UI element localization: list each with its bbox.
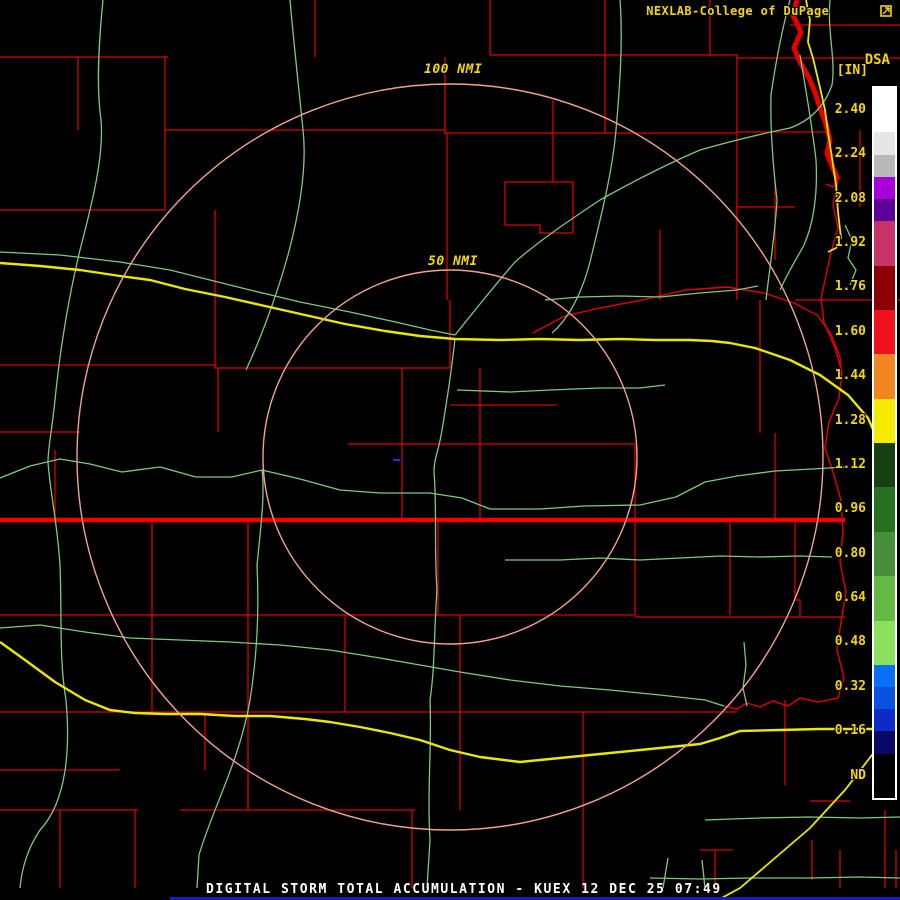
scale-value-label: 1.92 [834,235,866,250]
scale-value-label: 2.08 [834,191,866,206]
brand-header: NEXLAB-College of DuPage [646,4,892,18]
range-ring-100nmi-label: 100 NMI [424,62,483,77]
scale-segment [874,664,895,688]
scale-segment [874,731,895,754]
scale-value-label: 0.16 [834,723,866,738]
scale-segment [874,753,895,798]
scale-segment [874,709,895,732]
range-ring-100nmi [76,83,824,831]
scale-value-label: 0.48 [834,634,866,649]
scale-segment [874,620,895,665]
scale-value-label: 1.28 [834,413,866,428]
scale-segment [874,221,895,266]
missouri-river-line [723,0,847,710]
radar-display: NEXLAB-College of DuPage DSA [IN] 100 NM… [0,0,900,900]
scale-value-label: 1.76 [834,279,866,294]
nexlab-logo-icon [834,5,892,17]
product-title: DIGITAL STORM TOTAL ACCUMULATION - KUEX … [206,882,722,897]
scale-value-label: 1.44 [834,368,866,383]
scale-value-label: 0.64 [834,590,866,605]
scale-value-label: 0.80 [834,546,866,561]
precip-echo [393,459,402,463]
scale-segment [874,443,895,488]
scale-segment [874,687,895,710]
scale-segment [874,265,895,310]
scale-segment [874,88,895,133]
scale-segment [874,198,895,222]
scale-value-label: 1.60 [834,324,866,339]
scale-segment [874,154,895,177]
platte-river-line [532,286,843,381]
product-units: [IN] [836,63,868,78]
highway-yellow-lines [0,0,890,900]
scale-segment [874,576,895,621]
scale-segment [874,398,895,443]
scale-value-label: ND [850,768,866,783]
scale-value-label: 2.24 [834,146,866,161]
color-scale-bar [872,86,897,800]
scale-value-label: 0.96 [834,501,866,516]
scale-segment [874,531,895,577]
scale-value-label: 0.32 [834,679,866,694]
brand-text: NEXLAB-College of DuPage [646,4,830,18]
radar-map [0,0,900,900]
product-code: DSA [864,52,890,68]
scale-segment [874,354,895,399]
scale-segment [874,309,895,355]
scale-segment [874,487,895,532]
scale-segment [874,132,895,155]
scale-segment [874,176,895,199]
scale-value-label: 1.12 [834,457,866,472]
range-ring-50nmi-label: 50 NMI [428,254,478,269]
scale-value-label: 2.40 [834,102,866,117]
